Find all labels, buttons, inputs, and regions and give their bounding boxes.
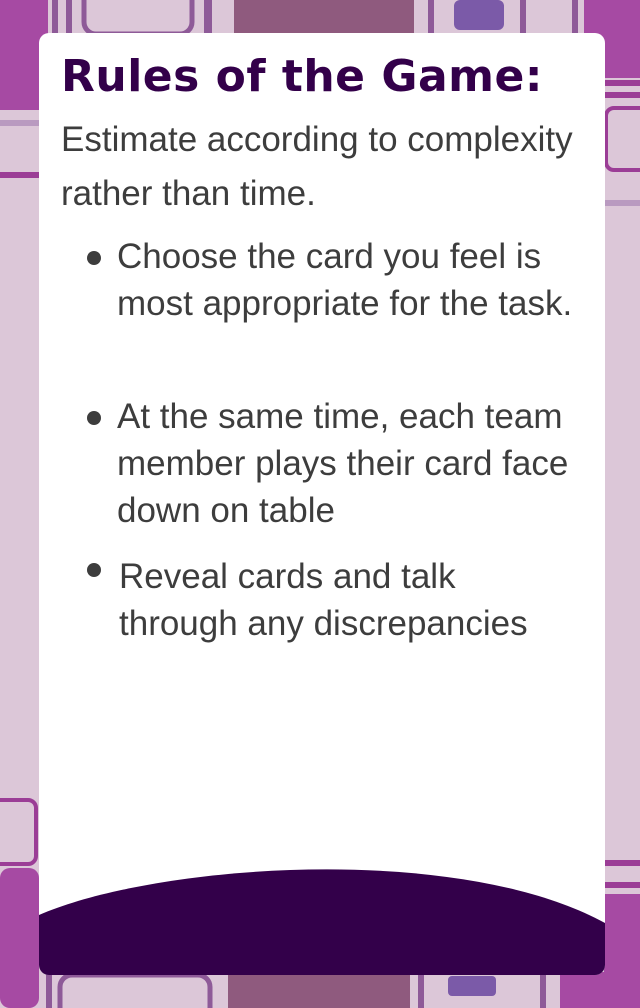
rules-card: Rules of the Game: Estimate according to…	[39, 33, 605, 975]
intro-text: Estimate according to complexity rather …	[61, 120, 573, 213]
footer-wave	[39, 869, 605, 975]
bullet-icon	[87, 411, 101, 425]
card-title: Rules of the Game:	[61, 51, 543, 102]
rule-text: Reveal cards and talk through any discre…	[119, 557, 528, 643]
rule-text: Choose the card you feel is most appropr…	[117, 237, 573, 323]
rule-text: At the same time, each team member plays…	[117, 397, 569, 530]
bullet-icon	[87, 563, 101, 577]
bullet-icon	[87, 251, 101, 265]
